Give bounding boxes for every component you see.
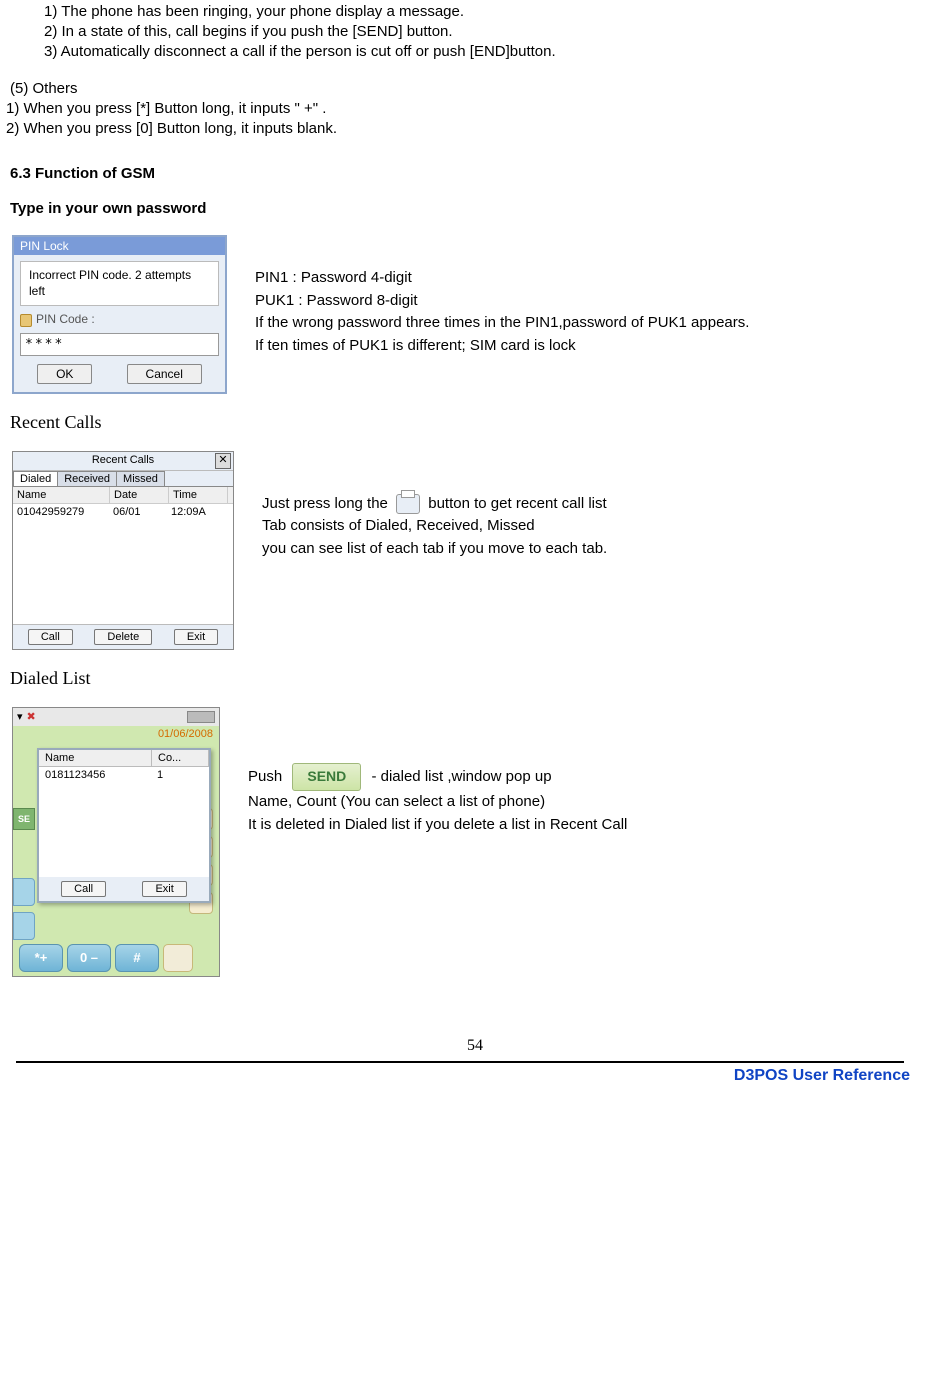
- dialed-description: Push SEND - dialed list ,window pop up N…: [248, 763, 944, 837]
- dialed-list-heading: Dialed List: [10, 668, 944, 689]
- pin-lock-title: PIN Lock: [14, 237, 225, 255]
- pin-desc-1: PIN1 : Password 4-digit: [255, 267, 944, 290]
- dialed-list-screen: ▾ ✖ 01/06/2008 SE: [12, 707, 220, 977]
- signal-icon: ▾: [17, 710, 23, 723]
- cancel-button[interactable]: Cancel: [127, 364, 202, 384]
- key-hash[interactable]: #: [115, 944, 159, 972]
- se-block: SE: [13, 808, 35, 830]
- step-3: 3) Automatically disconnect a call if th…: [44, 43, 944, 60]
- others-section: (5) Others 1) When you press [*] Button …: [6, 80, 944, 137]
- mute-icon: ✖: [27, 710, 36, 723]
- recent-desc-3: you can see list of each tab if you move…: [262, 538, 944, 561]
- close-icon[interactable]: ✕: [215, 453, 231, 469]
- step-2: 2) In a state of this, call begins if yo…: [44, 23, 944, 40]
- tab-dialed[interactable]: Dialed: [13, 471, 58, 486]
- pin-description: PIN1 : Password 4-digit PUK1 : Password …: [255, 267, 944, 357]
- tab-received[interactable]: Received: [57, 471, 117, 486]
- dialed-desc-3: It is deleted in Dialed list if you dele…: [248, 814, 944, 837]
- footer-divider: [16, 1061, 904, 1063]
- intro-steps: 1) The phone has been ringing, your phon…: [44, 3, 944, 60]
- recent-desc-1: Just press long the button to get recent…: [262, 493, 944, 516]
- table-row[interactable]: 0181123456 1: [39, 767, 209, 783]
- others-2: 2) When you press [0] Button long, it in…: [6, 120, 944, 137]
- recent-calls-heading: Recent Calls: [10, 412, 944, 433]
- dialed-desc-1: Push SEND - dialed list ,window pop up: [248, 763, 944, 792]
- type-password-heading: Type in your own password: [10, 200, 944, 217]
- pin-code-label: PIN Code :: [20, 312, 219, 326]
- others-heading: (5) Others: [10, 80, 944, 97]
- dialed-date: 01/06/2008: [13, 728, 219, 740]
- status-bar: ▾ ✖: [13, 708, 219, 726]
- footer-reference: D3POS User Reference: [6, 1067, 910, 1085]
- table-row[interactable]: 01042959279 06/01 12:09A: [13, 504, 233, 520]
- print-icon: [396, 494, 420, 514]
- pin-lock-message: Incorrect PIN code. 2 attempts left: [20, 261, 219, 306]
- col-name: Name: [39, 750, 152, 766]
- col-count: Co...: [152, 750, 209, 766]
- send-button[interactable]: SEND: [292, 763, 361, 792]
- battery-icon: [187, 711, 215, 723]
- call-button[interactable]: Call: [28, 629, 73, 645]
- others-1: 1) When you press [*] Button long, it in…: [6, 100, 944, 117]
- step-1: 1) The phone has been ringing, your phon…: [44, 3, 944, 20]
- recent-description: Just press long the button to get recent…: [262, 493, 944, 561]
- dialed-popup: Name Co... 0181123456 1 Call Exit: [37, 748, 211, 903]
- pin-desc-3: If the wrong password three times in the…: [255, 312, 944, 335]
- exit-button[interactable]: Exit: [174, 629, 218, 645]
- key-extra[interactable]: [163, 944, 193, 972]
- recent-desc-2: Tab consists of Dialed, Received, Missed: [262, 515, 944, 538]
- recent-calls-title: Recent Calls: [92, 454, 154, 466]
- keypad-row: *+ 0 – #: [19, 944, 193, 972]
- key-star[interactable]: *+: [19, 944, 63, 972]
- col-date: Date: [110, 487, 169, 503]
- delete-button[interactable]: Delete: [94, 629, 152, 645]
- side-button-2[interactable]: [13, 912, 35, 940]
- col-name: Name: [13, 487, 110, 503]
- section-6-3-heading: 6.3 Function of GSM: [10, 165, 944, 182]
- ok-button[interactable]: OK: [37, 364, 92, 384]
- col-time: Time: [169, 487, 228, 503]
- popup-exit-button[interactable]: Exit: [142, 881, 186, 897]
- pin-desc-2: PUK1 : Password 8-digit: [255, 290, 944, 313]
- side-button-1[interactable]: [13, 878, 35, 906]
- recent-calls-dialog: Recent Calls ✕ Dialed Received Missed Na…: [12, 451, 234, 650]
- pin-code-input[interactable]: ****: [20, 333, 219, 356]
- dialed-desc-2: Name, Count (You can select a list of ph…: [248, 791, 944, 814]
- page-footer: 54 D3POS User Reference: [6, 1037, 944, 1085]
- lock-icon: [20, 314, 32, 327]
- pin-lock-dialog: PIN Lock Incorrect PIN code. 2 attempts …: [12, 235, 227, 394]
- page-number: 54: [6, 1037, 944, 1055]
- pin-desc-4: If ten times of PUK1 is different; SIM c…: [255, 335, 944, 358]
- key-zero[interactable]: 0 –: [67, 944, 111, 972]
- tab-missed[interactable]: Missed: [116, 471, 165, 486]
- popup-call-button[interactable]: Call: [61, 881, 106, 897]
